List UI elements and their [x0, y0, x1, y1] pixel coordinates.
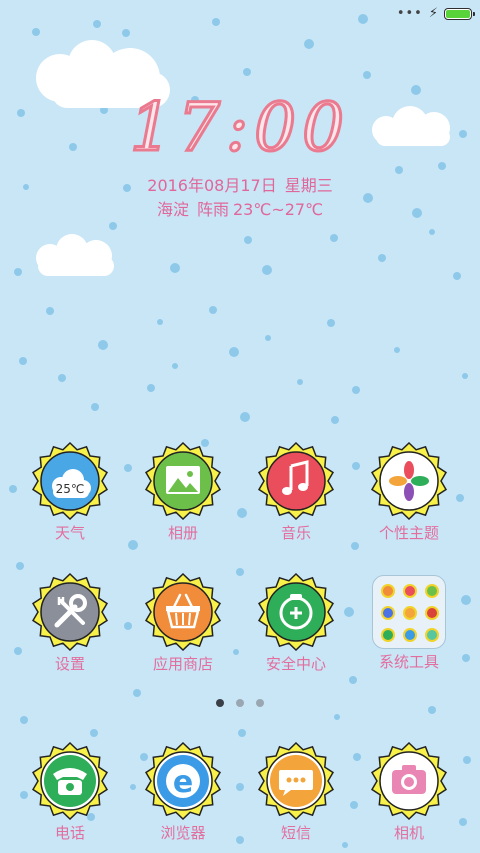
weather-line[interactable]: 海淀 阵雨 23℃~27℃ [0, 196, 480, 220]
app-gallery[interactable]: 相册 [128, 441, 238, 543]
app-theme[interactable]: 个性主题 [354, 441, 464, 543]
app-label: 个性主题 [378, 524, 439, 542]
browser-icon: e [144, 741, 222, 821]
app-music[interactable]: 音乐 [241, 441, 351, 543]
dock-browser[interactable]: e 浏览器 [128, 741, 238, 843]
app-system-tools-folder[interactable]: 系统工具 [354, 573, 464, 672]
svg-text:e: e [173, 765, 193, 800]
page-dot[interactable] [256, 699, 264, 707]
app-label: 安全中心 [265, 655, 326, 673]
dock-messages[interactable]: 短信 [241, 741, 351, 843]
app-label: 电话 [54, 824, 85, 842]
app-label: 相册 [167, 524, 198, 542]
weather-text: 阵雨 [196, 200, 229, 219]
app-security[interactable]: 安全中心 [241, 572, 351, 674]
svg-text:17:00: 17:00 [130, 89, 350, 166]
temperature-text: 23℃~27℃ [232, 200, 324, 219]
home-screen: ••• ⚡ 17:00 2016年08月17日 星期三 海淀 阵雨 23℃~27℃ 2… [0, 0, 480, 853]
page-dot[interactable] [236, 699, 244, 707]
app-store[interactable]: 应用商店 [128, 572, 238, 674]
clock-time: 17:00 [128, 88, 350, 168]
app-label: 天气 [54, 524, 85, 542]
clock-widget[interactable]: 17:00 [0, 88, 480, 168]
store-icon [144, 572, 222, 652]
signal-indicator: ••• [396, 6, 423, 21]
folder-icon [372, 575, 446, 649]
weather-icon-text: 25℃ [56, 482, 85, 496]
dock-phone[interactable]: 电话 [15, 741, 125, 843]
gallery-icon [144, 441, 222, 521]
security-icon [257, 572, 335, 652]
app-label: 相机 [393, 824, 424, 842]
theme-icon [370, 441, 448, 521]
location-text: 海淀 [156, 200, 189, 219]
date-text: 2016年08月17日 [147, 176, 277, 195]
weekday-text: 星期三 [284, 176, 333, 195]
app-label: 应用商店 [152, 655, 213, 673]
page-dot[interactable] [216, 699, 224, 707]
camera-icon [370, 741, 448, 821]
app-label: 浏览器 [160, 824, 206, 842]
app-label: 设置 [54, 655, 85, 673]
status-bar: ••• ⚡ [396, 6, 475, 22]
phone-icon [31, 741, 109, 821]
app-settings[interactable]: 设置 [15, 572, 125, 674]
page-indicator[interactable] [0, 699, 480, 707]
app-weather[interactable]: 25℃ 天气 [15, 441, 125, 543]
battery-icon [444, 8, 475, 20]
app-label: 短信 [280, 824, 311, 842]
settings-icon [31, 572, 109, 652]
app-label: 音乐 [280, 524, 311, 542]
cloud-icon [36, 234, 114, 276]
app-label: 系统工具 [378, 653, 439, 671]
bolt-icon: ⚡ [428, 6, 438, 21]
date-line: 2016年08月17日 星期三 [0, 172, 480, 196]
dock-camera[interactable]: 相机 [354, 741, 464, 843]
message-icon [257, 741, 335, 821]
weather-icon: 25℃ [31, 441, 109, 521]
music-icon [257, 441, 335, 521]
